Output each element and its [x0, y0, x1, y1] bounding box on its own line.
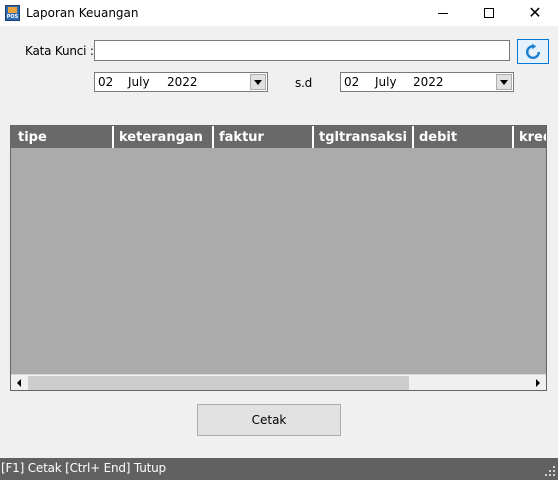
title-bar: POS Laporan Keuangan ✕: [0, 0, 558, 26]
date-to-year: 2022: [413, 75, 444, 89]
chevron-down-icon: [254, 79, 262, 85]
close-button[interactable]: ✕: [512, 0, 558, 26]
date-from-dropdown-button[interactable]: [250, 74, 266, 90]
print-button[interactable]: Cetak: [197, 404, 341, 436]
horizontal-scrollbar[interactable]: [11, 374, 546, 390]
column-header-keterangan[interactable]: keterangan: [112, 126, 212, 148]
keyword-label: Kata Kunci :: [25, 44, 94, 58]
column-header-tipe[interactable]: tipe: [11, 126, 112, 148]
resize-grip-icon[interactable]: [544, 466, 556, 478]
date-from-day: 02: [98, 75, 114, 89]
column-header-faktur[interactable]: faktur: [212, 126, 312, 148]
column-header-debit[interactable]: debit: [412, 126, 512, 148]
refresh-icon: [526, 43, 540, 59]
date-to-dropdown-button[interactable]: [496, 74, 512, 90]
chevron-right-icon: [536, 379, 540, 387]
maximize-icon: [484, 8, 494, 18]
window-title: Laporan Keuangan: [26, 6, 139, 20]
status-bar: [F1] Cetak [Ctrl+ End] Tutup: [0, 458, 558, 480]
keyword-input[interactable]: [94, 40, 510, 61]
scroll-left-button[interactable]: [11, 375, 27, 390]
grid-header: tipe keterangan faktur tgltransaksi debi…: [11, 126, 546, 148]
date-to-month: July: [375, 75, 397, 89]
date-from-picker[interactable]: 02 July 2022: [94, 72, 268, 92]
minimize-icon: [438, 12, 448, 14]
date-to-picker[interactable]: 02 July 2022: [340, 72, 514, 92]
date-range-separator: s.d: [295, 76, 313, 90]
transactions-grid[interactable]: tipe keterangan faktur tgltransaksi debi…: [10, 125, 547, 391]
chevron-down-icon: [500, 79, 508, 85]
date-to-day: 02: [344, 75, 360, 89]
scrollbar-thumb[interactable]: [28, 376, 409, 390]
minimize-button[interactable]: [420, 0, 466, 26]
app-icon-text: POS: [6, 14, 19, 20]
chevron-left-icon: [17, 379, 21, 387]
scroll-right-button[interactable]: [530, 375, 546, 390]
app-icon: POS: [5, 5, 20, 21]
refresh-button[interactable]: [517, 39, 549, 64]
column-header-kredit[interactable]: kredit: [512, 126, 546, 148]
date-from-month: July: [128, 75, 150, 89]
column-header-tgltransaksi[interactable]: tgltransaksi: [312, 126, 412, 148]
close-icon: ✕: [528, 3, 542, 22]
date-from-year: 2022: [167, 75, 198, 89]
status-text: [F1] Cetak [Ctrl+ End] Tutup: [1, 461, 166, 475]
maximize-button[interactable]: [466, 0, 512, 26]
